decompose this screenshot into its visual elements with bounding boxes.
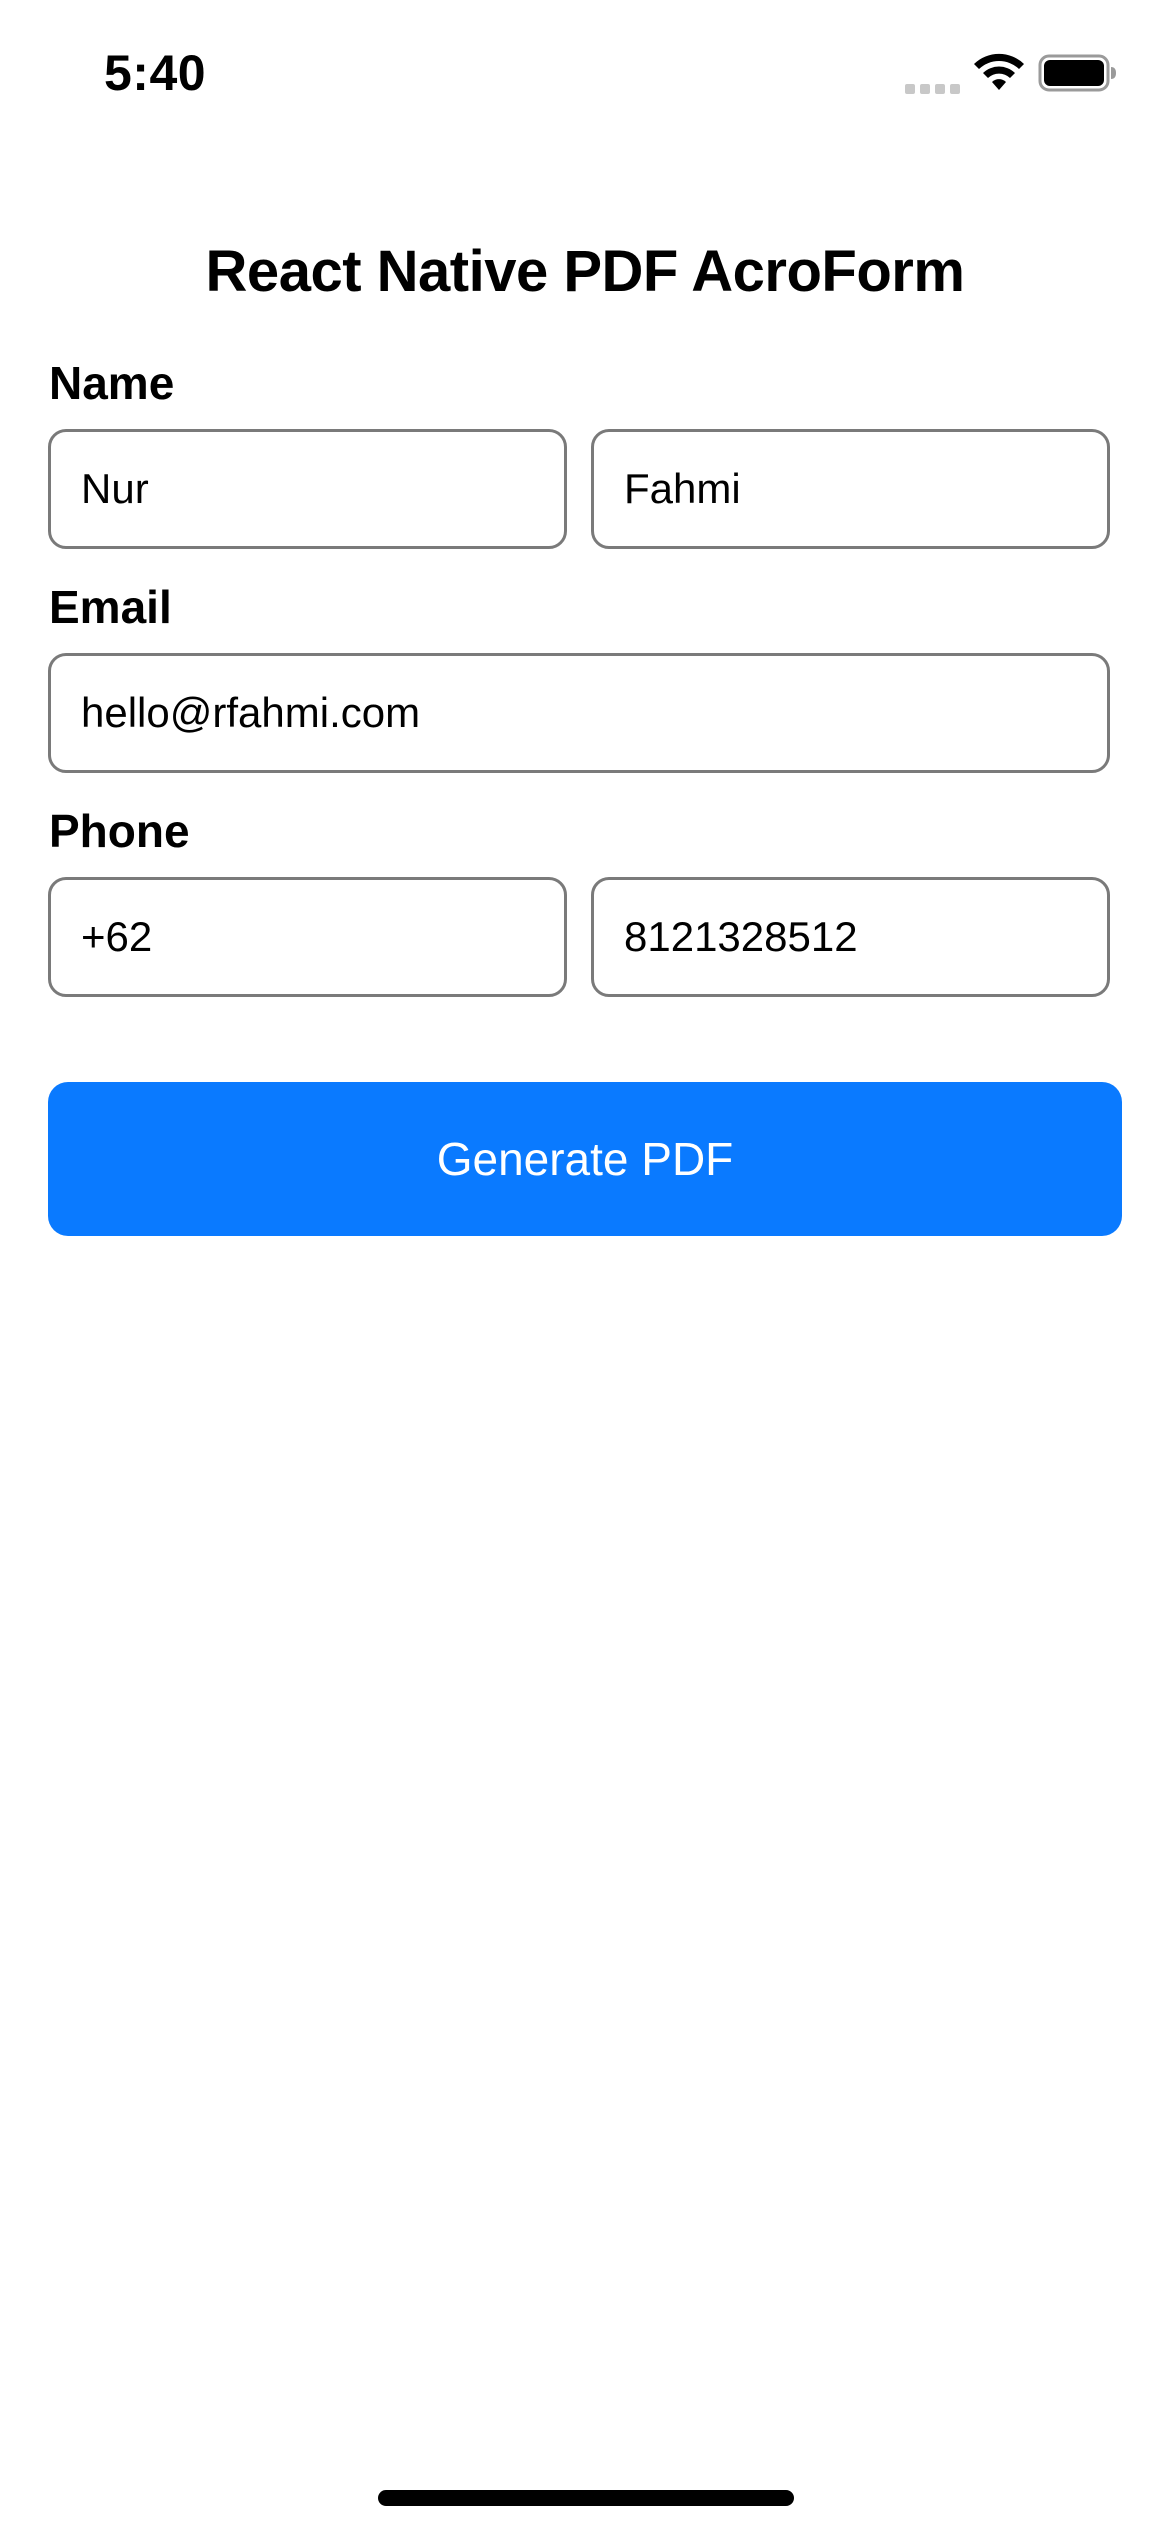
email-input[interactable]: hello@rfahmi.com [48, 653, 1110, 773]
first-name-value: Nur [81, 465, 149, 512]
status-time: 5:40 [104, 45, 207, 101]
page-title: React Native PDF AcroForm [205, 239, 965, 304]
first-name-input[interactable]: Nur [48, 429, 567, 549]
name-label: Name [49, 357, 175, 409]
email-label: Email [49, 581, 172, 633]
last-name-input[interactable]: Fahmi [591, 429, 1110, 549]
country-code-value: +62 [81, 913, 153, 960]
phone-number-value: 8121328512 [624, 913, 858, 960]
app-screen: 5:40 React Native PDF AcroForm Name Nur … [0, 0, 1170, 2532]
last-name-value: Fahmi [624, 465, 741, 512]
signal-icon [905, 80, 961, 94]
phone-label: Phone [49, 805, 190, 857]
email-value: hello@rfahmi.com [81, 689, 421, 736]
wifi-icon [974, 53, 1024, 90]
generate-pdf-button[interactable]: Generate PDF [48, 1082, 1122, 1236]
battery-icon [1038, 54, 1116, 92]
phone-number-input[interactable]: 8121328512 [591, 877, 1110, 997]
status-bar: 5:40 [0, 0, 1170, 150]
country-code-input[interactable]: +62 [48, 877, 567, 997]
home-indicator[interactable] [378, 2490, 794, 2506]
